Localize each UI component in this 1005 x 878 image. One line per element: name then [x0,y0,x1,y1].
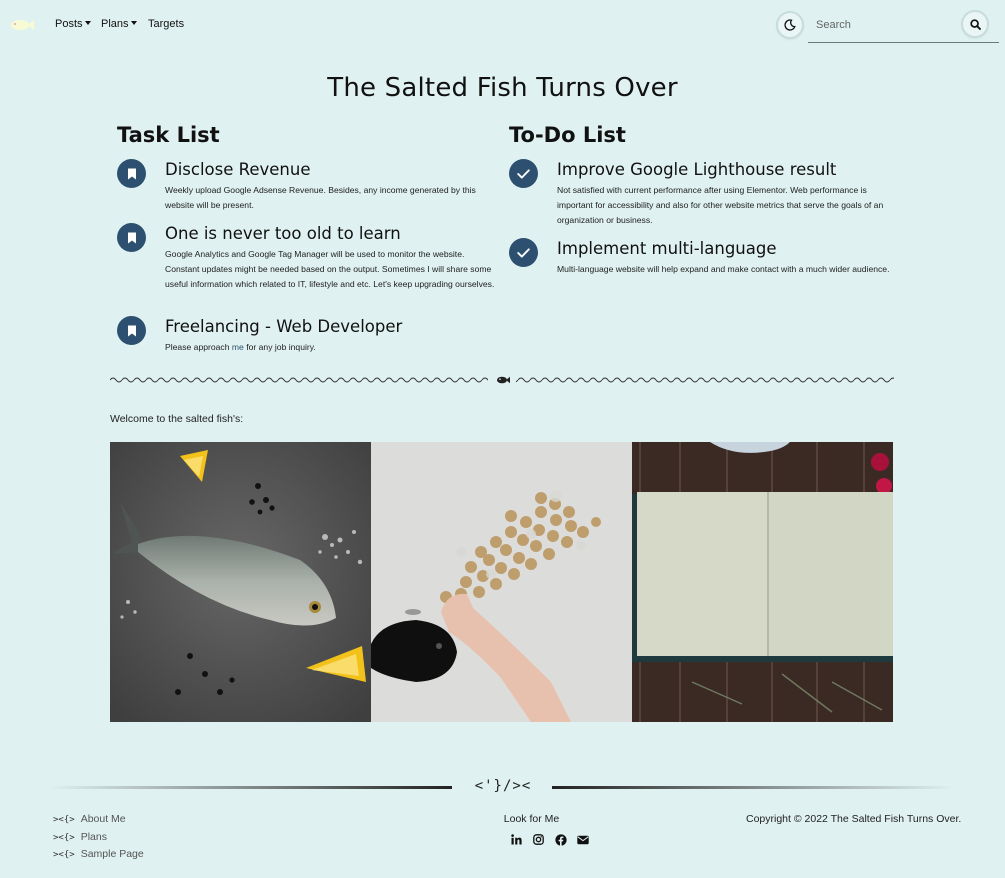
footer-divider-left [50,786,452,789]
fish-icon [497,376,510,384]
nav-targets-label: Targets [148,18,185,30]
welcome-text: Welcome to the salted fish's: [110,413,244,425]
task-desc: Weekly upload Google Adsense Revenue. Be… [165,185,476,210]
instagram-icon[interactable] [532,833,545,846]
open-notebook-photo[interactable] [632,442,893,722]
moon-icon [784,19,796,31]
footer-link-label: Sample Page [80,848,144,860]
task-list-heading: Task List [117,123,220,147]
todo-desc: Multi-language website will help expand … [557,264,890,274]
task-desc-text: for any job inquiry. [243,342,316,352]
task-badge [117,223,146,252]
theme-toggle-button[interactable] [778,13,802,37]
todo-desc: Not satisfied with current performance a… [557,185,884,225]
footer-link-plans[interactable]: ><{> Plans [53,831,144,849]
caret-down-icon [84,21,91,25]
look-for-me-title: Look for Me [503,813,560,825]
fish-bullet-icon: ><{> [53,815,75,825]
search-button[interactable] [963,12,987,36]
task-badge [117,316,146,345]
nav-plans-label: Plans [101,18,129,30]
task-title: Disclose Revenue [165,160,311,179]
footer-link-label: Plans [80,830,107,843]
nav-targets[interactable]: Targets [148,18,184,30]
footer-fish-mark: <'}/>< [474,778,532,794]
task-badge [117,159,146,188]
task-title: Freelancing - Web Developer [165,317,403,336]
todo-title: Implement multi-language [557,239,777,258]
task-desc: Google Analytics and Google Tag Manager … [165,249,495,289]
wave-divider [110,372,894,388]
check-icon [517,168,530,179]
task-desc-text: Please approach [165,342,232,352]
image-gallery [110,442,893,722]
bookmark-icon [127,325,136,336]
task-title: One is never too old to learn [165,224,401,243]
todo-badge [509,238,538,267]
fish-bullet-icon: ><{> [53,832,75,843]
social-links [510,833,589,846]
check-icon [517,247,530,258]
contact-me-link[interactable]: me [232,342,244,352]
footer-links: ><{> About Me ><{> Plans ><{> Sample Page [53,813,144,866]
piggy-bank-coins-photo[interactable] [371,442,632,722]
fish-bullet-icon: ><{> [53,850,75,860]
bookmark-icon [127,232,136,243]
caret-down-icon [130,21,137,25]
footer-link-label: About Me [80,813,126,825]
copyright-text: Copyright © 2022 The Salted Fish Turns O… [746,813,962,825]
footer-link-sample-page[interactable]: ><{> Sample Page [53,848,144,866]
todo-title: Improve Google Lighthouse result [557,160,837,179]
task-desc: Please approach me for any job inquiry. [165,340,505,355]
nav-posts[interactable]: Posts [55,18,91,30]
facebook-icon[interactable] [554,833,567,846]
linkedin-icon[interactable] [510,833,523,846]
fish-photo[interactable] [110,442,371,722]
search-bar [808,10,999,43]
navbar: Posts Plans Targets [0,0,1005,50]
page-title: The Salted Fish Turns Over [327,73,678,103]
bookmark-icon [127,168,136,179]
email-icon[interactable] [576,833,589,846]
todo-list-heading: To-Do List [509,123,626,147]
search-icon [969,18,981,30]
footer-divider-right [552,786,954,789]
nav-posts-label: Posts [55,18,83,30]
nav-plans[interactable]: Plans [101,18,137,30]
search-input[interactable] [816,17,956,33]
footer-link-about-me[interactable]: ><{> About Me [53,813,144,831]
fish-logo-icon[interactable] [8,17,34,31]
todo-badge [509,159,538,188]
